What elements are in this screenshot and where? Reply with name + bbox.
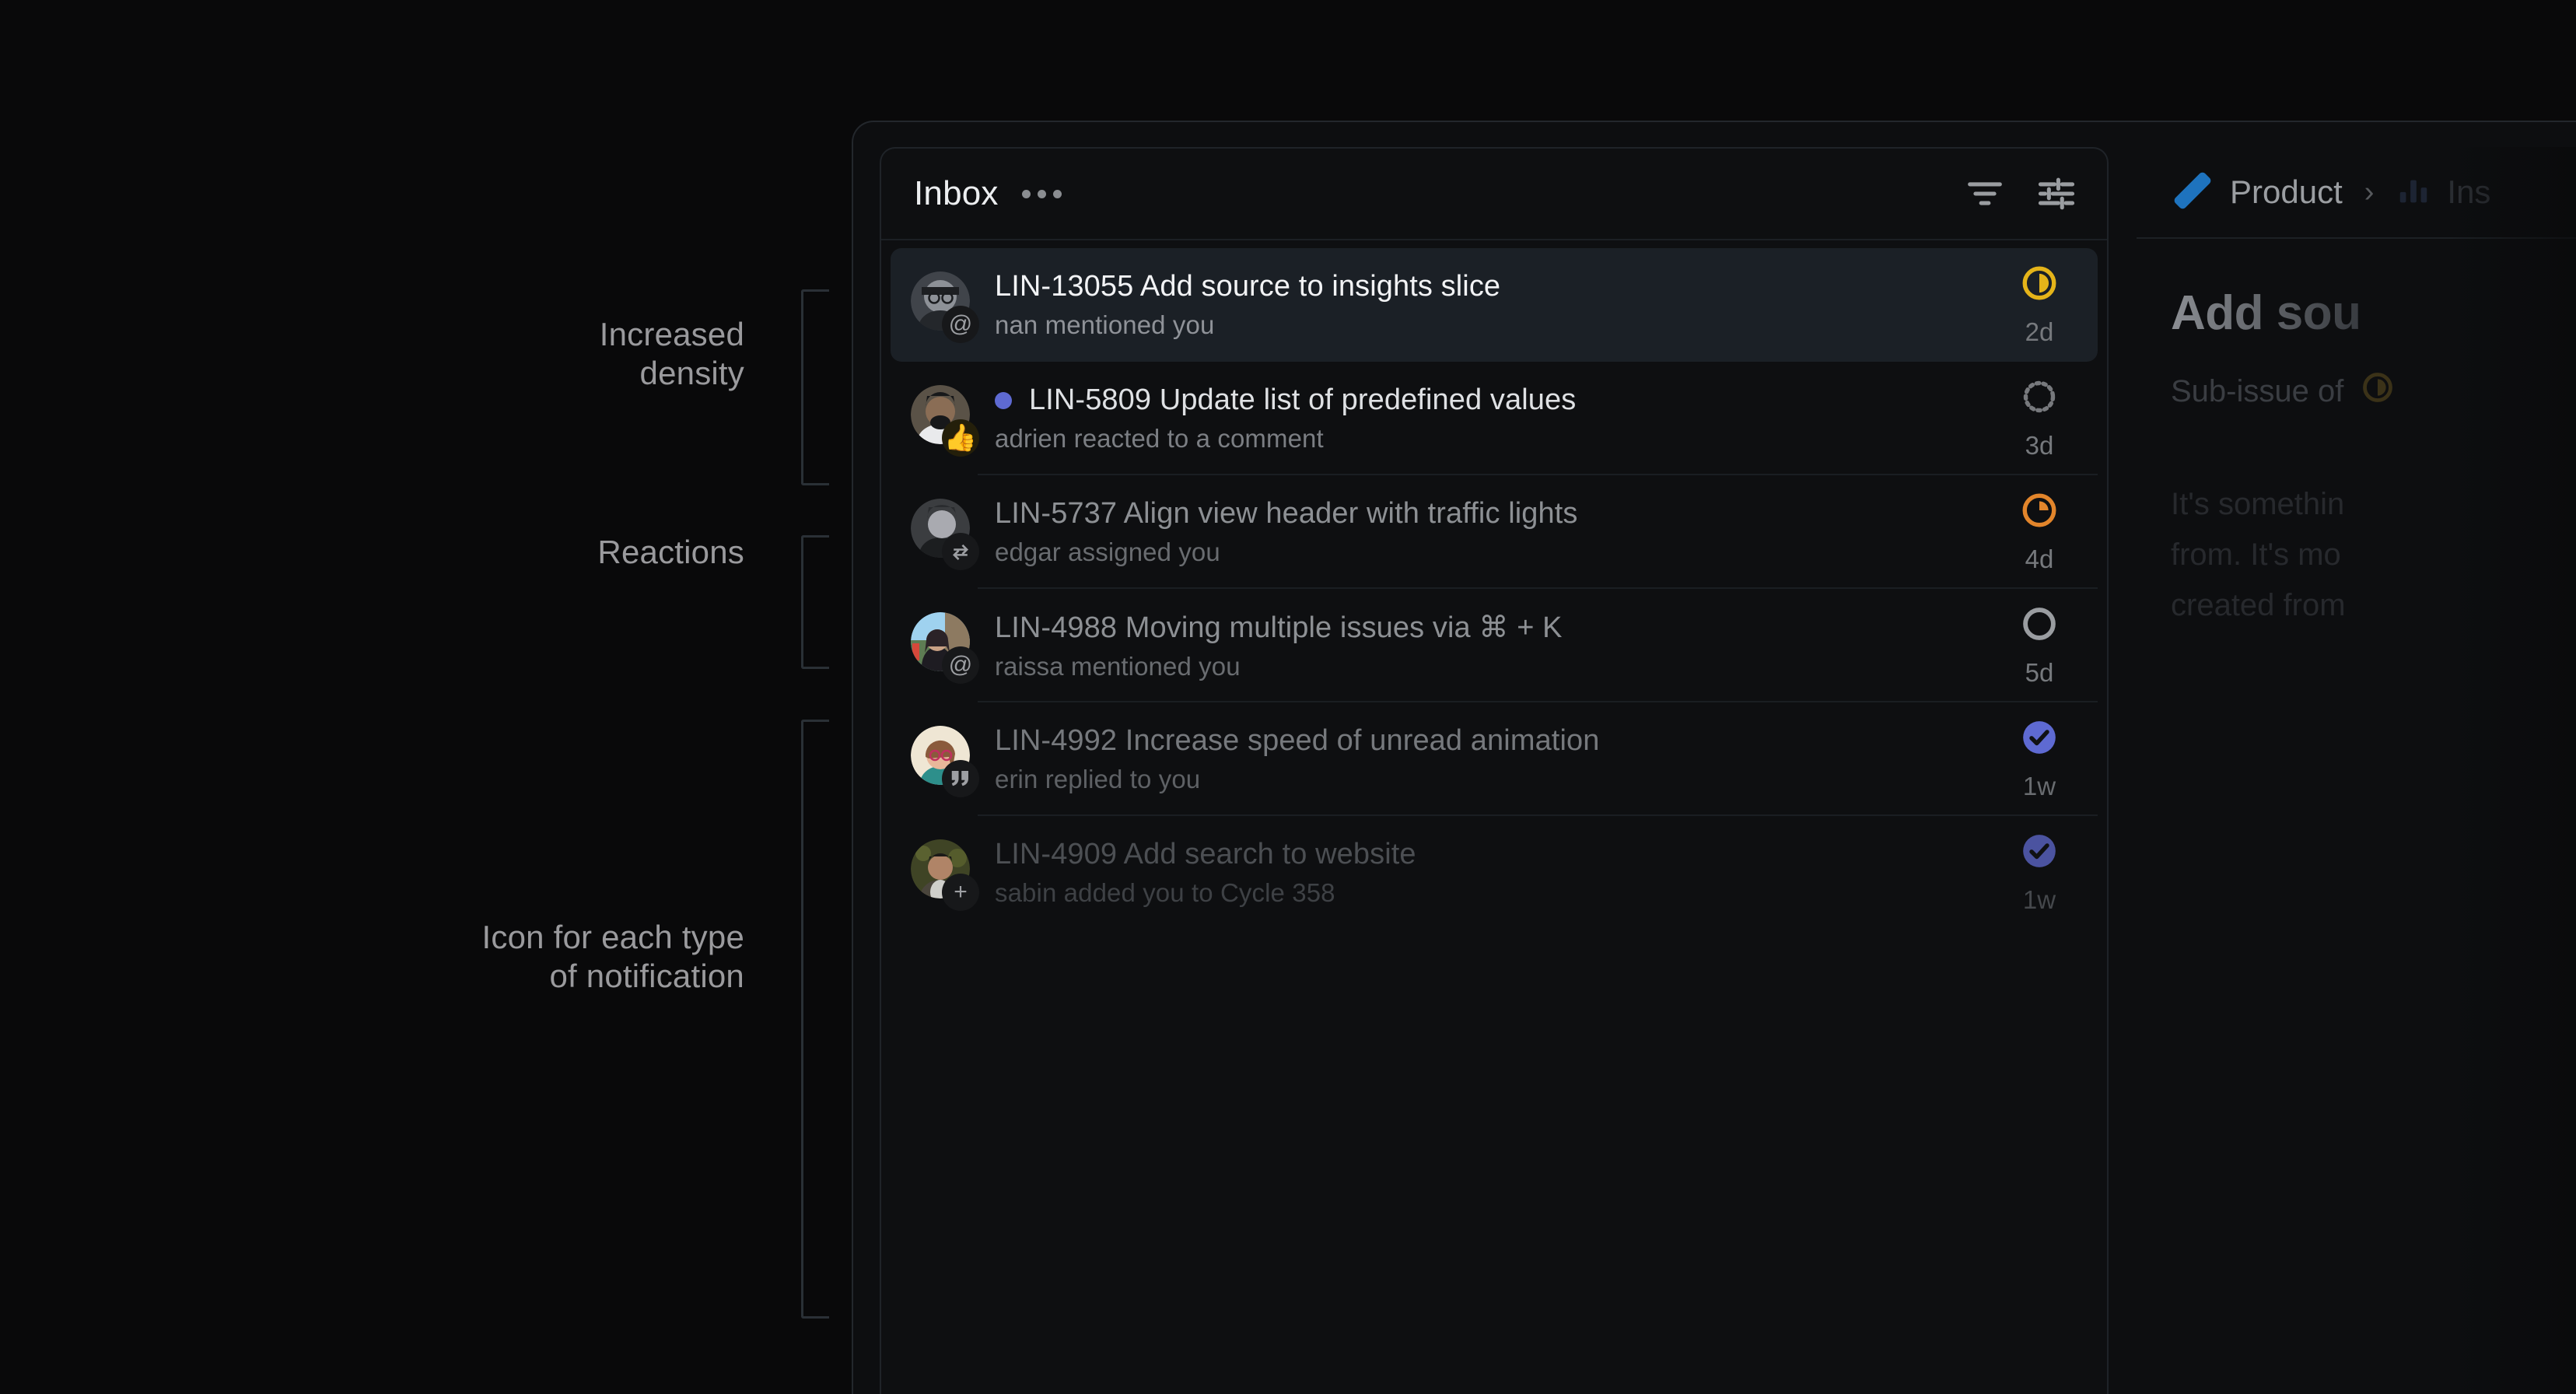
notification-text: LIN-4992 Increase speed of unread animat… (995, 724, 2004, 794)
notification-meta: 1w (2004, 832, 2074, 915)
notification-text: LIN-5737 Align view header with traffic … (995, 497, 2004, 567)
comment-reply-badge-icon (942, 760, 979, 797)
notification-meta: 1w (2004, 718, 2074, 801)
notification-meta: 3d (2004, 377, 2074, 461)
avatar (911, 726, 979, 797)
added-to-cycle-badge-icon: + (942, 874, 979, 911)
reaction-thumbs-up-badge-icon: 👍 (942, 419, 979, 457)
notification-list: @ LIN-13055 Add source to insights slice… (881, 248, 2107, 930)
notification-time: 5d (2025, 657, 2054, 687)
status-done-icon (2020, 832, 2059, 874)
notification-time: 3d (2025, 430, 2054, 460)
notification-subtitle: erin replied to you (995, 765, 1201, 793)
status-done-icon (2020, 718, 2059, 761)
breadcrumb-view[interactable]: Ins (2447, 173, 2490, 211)
avatar (911, 499, 979, 570)
notification-row[interactable]: + LIN-4909 Add search to website sabin a… (891, 816, 2098, 930)
notification-row[interactable]: @ LIN-4988 Moving multiple issues via ⌘ … (891, 589, 2098, 702)
notification-title-row: LIN-5809 Update list of predefined value… (995, 384, 2004, 417)
notification-text: LIN-4988 Moving multiple issues via ⌘ + … (995, 610, 2004, 681)
page-title: Inbox (914, 174, 999, 212)
notification-title-row: LIN-4909 Add search to website (995, 838, 2004, 871)
notification-time: 2d (2025, 317, 2054, 346)
issue-description: It's somethin from. It's mo created from (2171, 487, 2346, 622)
avatar: @ (911, 612, 979, 684)
mention-badge-icon: @ (942, 646, 979, 684)
notification-title: LIN-4992 Increase speed of unread animat… (995, 724, 1600, 757)
app-window: Inbox @ LIN-13055 Add source to insights… (852, 121, 2576, 1394)
unread-indicator-dot (995, 391, 1012, 409)
mention-badge-icon: @ (942, 306, 979, 343)
notification-title: LIN-5737 Align view header with traffic … (995, 497, 1578, 530)
issue-detail-panel: Product › Ins Add sou Sub-issue of It's … (2137, 147, 2576, 1394)
status-in-progress-icon (2020, 264, 2059, 306)
notification-text: LIN-5809 Update list of predefined value… (995, 384, 2004, 454)
status-todo-icon (2020, 604, 2059, 647)
notification-row[interactable]: @ LIN-13055 Add source to insights slice… (891, 248, 2098, 362)
dot (1037, 189, 1046, 198)
notification-title-row: LIN-5737 Align view header with traffic … (995, 497, 2004, 531)
sub-issue-label: Sub-issue of (2171, 373, 2344, 408)
status-in-progress-icon (2361, 370, 2395, 412)
notification-time: 4d (2025, 544, 2054, 573)
notification-subtitle: adrien reacted to a comment (995, 424, 1324, 453)
notification-title: LIN-4988 Moving multiple issues via ⌘ + … (995, 611, 1563, 644)
avatar: 👍 (911, 385, 979, 457)
notification-time: 1w (2022, 884, 2056, 914)
status-backlog-icon (2020, 377, 2059, 420)
team-ruler-icon (2171, 169, 2214, 216)
annotation-icon-per-type: Icon for each type of notification (481, 919, 744, 994)
detail-breadcrumb-header: Product › Ins (2137, 147, 2576, 239)
annotation-increased-density: Increased density (599, 316, 744, 391)
inbox-header: Inbox (881, 149, 2107, 240)
filter-icon[interactable] (1962, 171, 2007, 216)
annotation-bracket-reactions (801, 535, 829, 669)
avatar: @ (911, 271, 979, 343)
notification-title-row: LIN-4992 Increase speed of unread animat… (995, 724, 2004, 758)
screenshot-stage: Increased density Reactions Icon for eac… (0, 0, 2576, 1394)
issue-title: Add sou (2171, 285, 2576, 341)
notification-meta: 2d (2004, 264, 2074, 347)
notification-subtitle: nan mentioned you (995, 310, 1215, 339)
inbox-more-options-button[interactable] (1019, 182, 1065, 206)
notification-row[interactable]: LIN-5737 Align view header with traffic … (891, 475, 2098, 589)
notification-title: LIN-4909 Add search to website (995, 838, 1416, 870)
notification-title: LIN-13055 Add source to insights slice (995, 270, 1501, 303)
notification-time: 1w (2022, 771, 2056, 800)
notification-subtitle: sabin added you to Cycle 358 (995, 878, 1335, 907)
annotation-bracket-density (801, 289, 829, 485)
notification-row[interactable]: LIN-4992 Increase speed of unread animat… (891, 702, 2098, 816)
notification-row[interactable]: 👍 LIN-5809 Update list of predefined val… (891, 362, 2098, 475)
dot (1021, 189, 1031, 198)
notification-title-row: LIN-13055 Add source to insights slice (995, 270, 2004, 303)
avatar: + (911, 839, 979, 911)
notification-title: LIN-5809 Update list of predefined value… (1029, 384, 1577, 416)
notification-subtitle: raissa mentioned you (995, 652, 1241, 681)
inbox-panel: Inbox @ LIN-13055 Add source to insights… (880, 147, 2109, 1394)
status-started-icon (2020, 491, 2059, 534)
notification-text: LIN-4909 Add search to website sabin add… (995, 838, 2004, 908)
annotation-bracket-icons (801, 720, 829, 1319)
notification-title-row: LIN-4988 Moving multiple issues via ⌘ + … (995, 610, 2004, 645)
insights-bar-chart-icon (2396, 173, 2431, 212)
notification-text: LIN-13055 Add source to insights slice n… (995, 270, 2004, 340)
breadcrumb-team[interactable]: Product (2230, 173, 2343, 211)
notification-meta: 4d (2004, 491, 2074, 574)
notification-subtitle: edgar assigned you (995, 538, 1220, 566)
annotation-reactions: Reactions (597, 534, 744, 570)
dot (1052, 189, 1062, 198)
sub-issue-row: Sub-issue of (2171, 370, 2576, 412)
display-options-icon[interactable] (2034, 171, 2079, 216)
assigned-badge-icon (942, 533, 979, 570)
notification-meta: 5d (2004, 604, 2074, 688)
chevron-right-icon: › (2364, 175, 2375, 208)
detail-body: Add sou Sub-issue of It's somethin from.… (2137, 239, 2576, 630)
